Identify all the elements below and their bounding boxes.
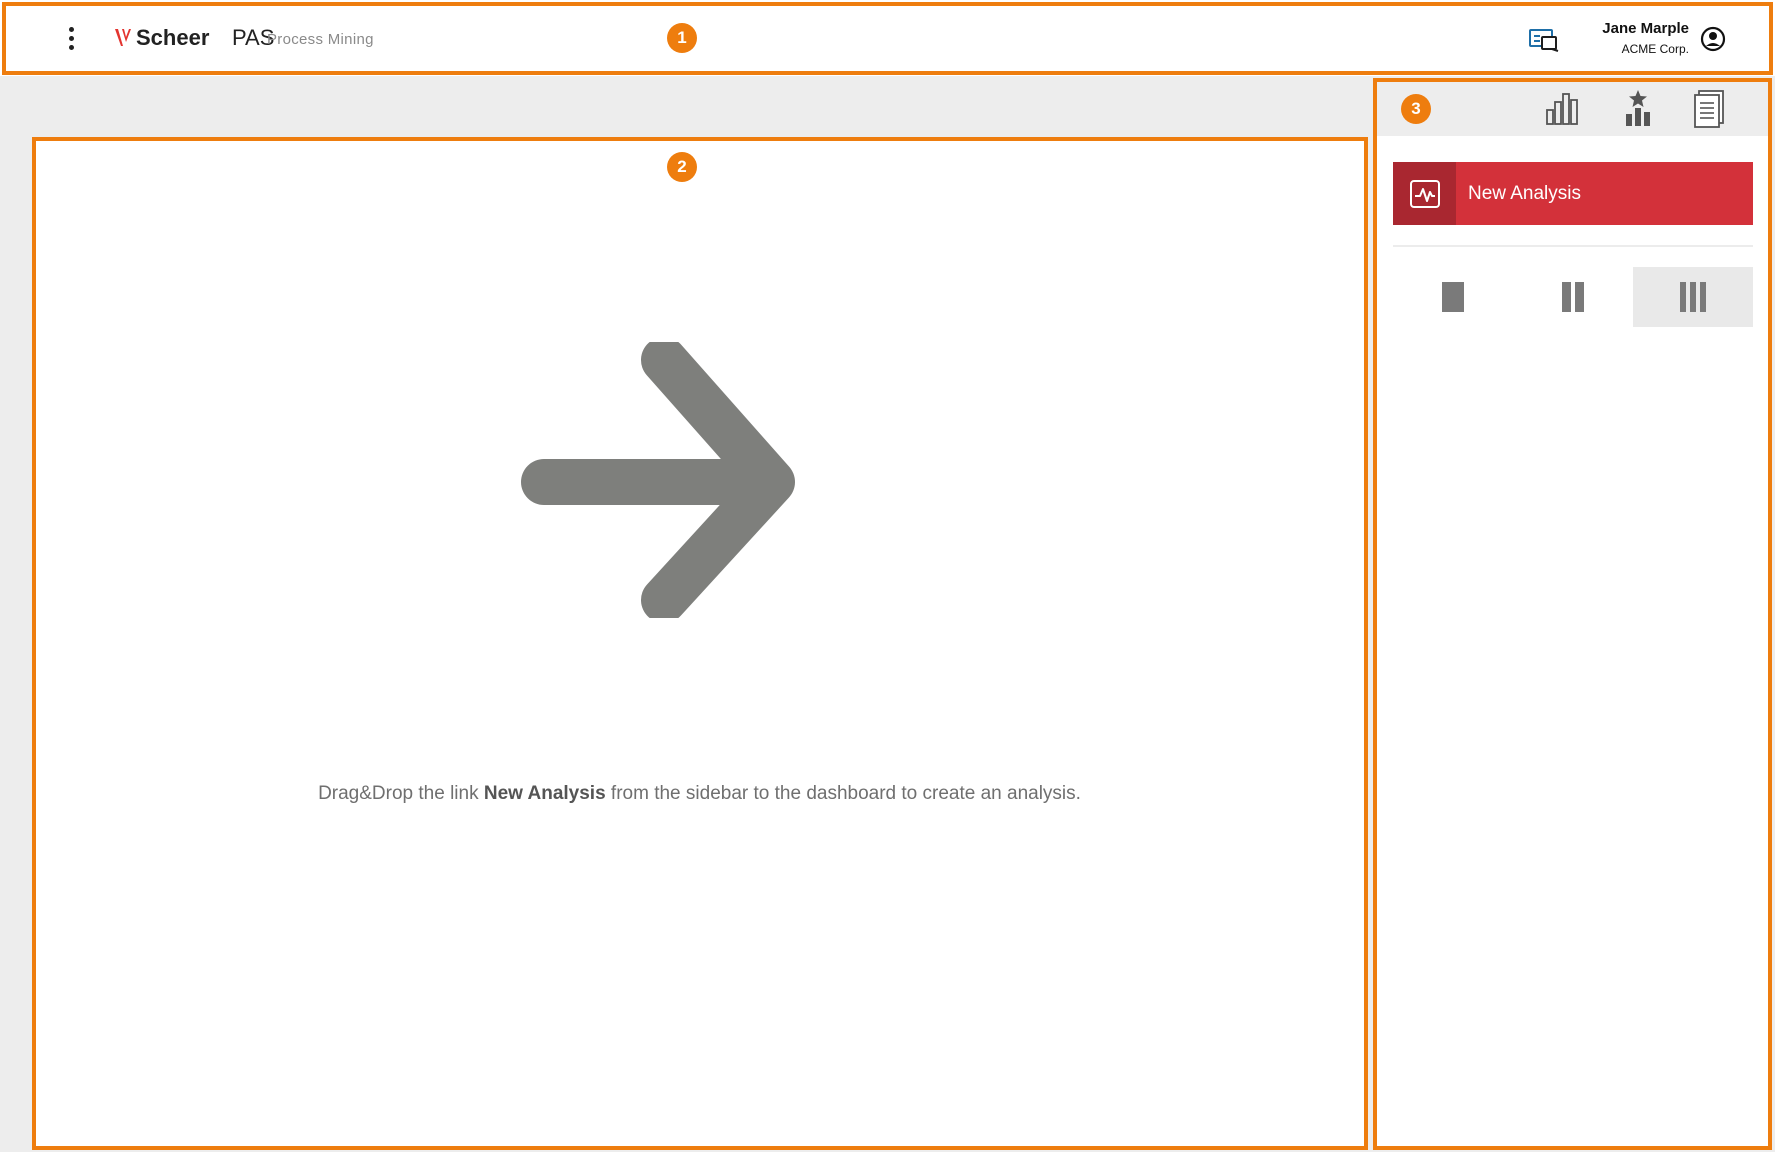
column-icon <box>1700 282 1706 312</box>
hint-text-end: from the sidebar to the dashboard to cre… <box>605 783 1081 804</box>
favorites-chart-icon[interactable] <box>1617 88 1659 130</box>
column-icon <box>1442 282 1464 312</box>
bar-chart-icon[interactable] <box>1543 88 1585 130</box>
new-analysis-label: New Analysis <box>1468 182 1581 204</box>
hint-text-bold: New Analysis <box>483 783 606 804</box>
one-column-layout-button[interactable] <box>1393 267 1513 327</box>
new-analysis-link[interactable]: New Analysis <box>1393 162 1753 225</box>
screen-view-icon[interactable] <box>1528 27 1560 53</box>
arrow-right-icon <box>521 342 795 618</box>
annotation-badge-1: 1 <box>667 23 697 53</box>
sidebar-toolbar <box>1377 80 1771 136</box>
annotation-badge-3: 3 <box>1401 94 1431 124</box>
annotation-badge-2: 2 <box>667 152 697 182</box>
pulse-chart-icon <box>1409 179 1440 208</box>
sidebar: New Analysis <box>1377 80 1771 1148</box>
analysis-icon-box <box>1393 162 1456 225</box>
brand-name: Scheer <box>136 25 210 50</box>
account-icon[interactable] <box>1700 26 1726 52</box>
more-menu-icon[interactable] <box>60 22 82 54</box>
sidebar-divider <box>1393 245 1753 247</box>
user-name: Jane Marple <box>1602 20 1689 37</box>
app-name: Process Mining <box>267 31 374 48</box>
documents-icon[interactable] <box>1689 88 1731 130</box>
column-icon <box>1562 282 1571 312</box>
column-icon <box>1680 282 1686 312</box>
user-organization: ACME Corp. <box>1621 42 1689 56</box>
two-column-layout-button[interactable] <box>1513 267 1633 327</box>
column-icon <box>1690 282 1696 312</box>
scheer-logo-icon <box>115 29 131 46</box>
column-icon <box>1575 282 1584 312</box>
app-header: Scheer PAS Process Mining Jane Marple AC… <box>0 0 1775 76</box>
dashboard-drop-area[interactable] <box>34 140 1365 1148</box>
three-column-layout-button[interactable] <box>1633 267 1753 327</box>
hint-text-start: Drag&Drop the link <box>318 783 484 804</box>
dashboard-hint: Drag&Drop the link New Analysis from the… <box>34 782 1365 806</box>
